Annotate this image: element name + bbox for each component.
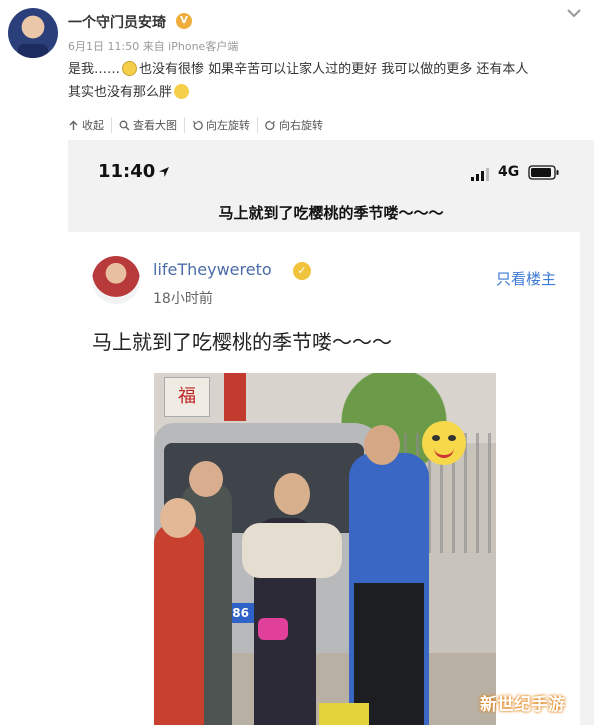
status-time: 11:40	[98, 161, 156, 182]
person-red-coat	[154, 523, 204, 725]
nav-title: 马上就到了吃樱桃的季节喽～～～	[218, 204, 444, 222]
rotate-left-button[interactable]: 向左旋转	[184, 117, 257, 133]
view-large-label: 查看大图	[133, 119, 177, 132]
rotate-right-label: 向右旋转	[279, 119, 323, 132]
level-badge-icon: ✓	[293, 262, 311, 280]
woman-head	[274, 473, 310, 515]
rotate-left-icon	[192, 120, 203, 130]
chevron-down-icon[interactable]	[565, 4, 583, 22]
post-content: 是我…… 也没有很惨 如果辛苦可以让家人过的更好 我可以做的更多 还有本人 其实也…	[68, 58, 568, 104]
vip-badge-icon: V	[176, 13, 192, 29]
post-text-2: 也没有很惨 如果辛苦可以让家人过的更好 我可以做的更多 还有本人	[139, 62, 529, 77]
view-large-button[interactable]: 查看大图	[111, 117, 184, 133]
woman-scarf	[242, 523, 342, 578]
rotate-left-label: 向左旋转	[206, 119, 250, 132]
inner-post-time: 18小时前	[153, 291, 213, 307]
collapse-arrow-icon	[69, 120, 78, 130]
blue-person-head	[364, 425, 400, 465]
watermark: 新世纪手游	[480, 695, 565, 715]
weibo-post: 一个守门员安琦 V 6月1日 11:50 来自 iPhone客户端 是我…… 也没…	[0, 0, 594, 140]
image-toolbar: 收起 查看大图 向左旋转 向右旋转	[68, 117, 330, 133]
inner-avatar[interactable]	[92, 256, 140, 304]
only-op-button[interactable]: 只看楼主	[496, 268, 556, 289]
post-meta: 6月1日 11:50 来自 iPhone客户端	[68, 40, 239, 53]
pink-bag	[258, 618, 288, 640]
post-photo[interactable]: 福 JY86	[154, 373, 496, 725]
post-username[interactable]: 一个守门员安琦	[68, 12, 166, 32]
post-text-1: 是我……	[68, 62, 121, 77]
signal-icon	[471, 168, 489, 181]
sweat-emoji-icon	[122, 61, 138, 76]
rotate-right-button[interactable]: 向右旋转	[257, 117, 330, 133]
rotate-right-icon	[265, 120, 276, 130]
post-text-3: 其实也没有那么胖	[68, 85, 173, 100]
avatar[interactable]	[8, 8, 58, 58]
battery-icon	[528, 165, 559, 180]
network-label: 4G	[498, 164, 520, 180]
inner-post-text: 马上就到了吃樱桃的季节喽～～～	[92, 330, 392, 354]
magnifier-icon	[119, 120, 130, 130]
collapse-label: 收起	[82, 119, 104, 132]
collapse-button[interactable]: 收起	[68, 117, 111, 133]
inner-username[interactable]: lifeTheywereto	[153, 260, 272, 279]
person-grey-head	[189, 461, 223, 497]
smiley-sticker-icon	[422, 421, 466, 465]
location-arrow-icon	[159, 167, 169, 177]
smile-emoji-icon	[174, 84, 190, 99]
person-red-head	[160, 498, 196, 538]
fu-character-sign: 福	[164, 377, 210, 417]
yellow-bucket	[319, 703, 369, 725]
inner-post-card: lifeTheywereto ✓ 18小时前 只看楼主 马上就到了吃樱桃的季节喽…	[68, 232, 580, 725]
red-couplet	[224, 373, 246, 421]
attached-screenshot[interactable]: 11:40 4G 马上就到了吃樱桃的季节喽～～～ lifeTheywereto …	[68, 140, 594, 725]
